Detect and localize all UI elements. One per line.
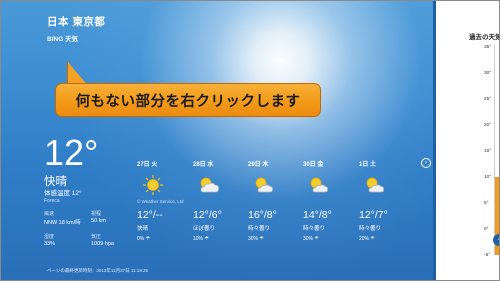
history-tick: 20° [484, 123, 492, 128]
humidity-label: 湿度 [44, 234, 55, 240]
forecast-precip: 30% ☂ [248, 236, 264, 242]
provider: Foreca [44, 198, 60, 204]
cloud-sun-icon [200, 177, 219, 193]
wind-value: NNW 18 km/時 [44, 220, 81, 226]
visibility-label: 視程 [91, 211, 102, 217]
history-tick: 30° [484, 71, 492, 76]
humidity-value: 33% [44, 241, 56, 247]
forecast-temp: 14°/8° [303, 209, 332, 221]
next-arrow-icon[interactable]: › [421, 158, 431, 168]
main-panel[interactable]: 日本 東京都 BING 天気 何もない部分を右クリックします 12° 快晴 体感… [1, 1, 433, 280]
history-tick: 5° [484, 201, 489, 206]
forecast-temp: 16°/8° [248, 209, 277, 221]
copyright-notice: © Weather Service, Ltd [137, 199, 184, 204]
forecast-condition: ほぼ曇り [193, 226, 216, 232]
history-title: 過去の天気 [469, 34, 500, 41]
forecast-temp: 12°/7° [359, 209, 388, 221]
history-tick: 0° [484, 227, 489, 232]
forecast-precip: 0% ☂ [137, 236, 151, 242]
history-tick: 10° [484, 175, 492, 180]
source-label: BING 天気 [47, 36, 79, 43]
feels-like: 体感温度 12° [44, 190, 82, 197]
cloud-sun-icon [366, 177, 384, 193]
forecast-day-label: 28日 水 [193, 162, 214, 168]
forecast-day[interactable]: 29日 木 16°/8° 時々曇り 30% ☂ [248, 159, 308, 242]
wind-label: 風速 [44, 211, 55, 217]
forecast-temp: 12°/6° [193, 209, 222, 221]
forecast-condition: 快晴 [137, 226, 149, 232]
location-title: 日本 東京都 [47, 16, 106, 28]
weather-app-window: 日本 東京都 BING 天気 何もない部分を右クリックします 12° 快晴 体感… [0, 0, 500, 281]
pressure-value: 1009 hpa [91, 241, 114, 247]
forecast-day-label: 30日 金 [303, 162, 324, 168]
history-toggle-icon[interactable]: ‹ [493, 234, 499, 246]
forecast-precip: 10% ☂ [193, 236, 209, 242]
forecast-day-label: 27日 火 [137, 162, 158, 168]
history-tick: 15° [484, 149, 492, 154]
forecast-condition: 時々曇り [359, 226, 382, 232]
forecast-day[interactable]: 28日 水 12°/6° ほぼ曇り 10% ☂ [193, 159, 253, 242]
sun-icon [143, 175, 163, 195]
history-tick: 35° [484, 45, 492, 50]
forecast-precip: 30% ☂ [303, 236, 319, 242]
forecast-day[interactable]: 30日 金 14°/8° 時々曇り 30% ☂ [303, 159, 363, 242]
forecast-day-label: 29日 木 [248, 162, 269, 168]
forecast-condition: 時々曇り [248, 226, 271, 232]
forecast-day[interactable]: 27日 火 12°/-- 快晴 0% ☂ [137, 159, 197, 242]
last-updated: ページの最終更新時刻：2012年11月27日 11:19:26 [47, 268, 149, 273]
history-tick: 25° [484, 97, 492, 102]
forecast-temp: 12°/-- [137, 209, 163, 221]
forecast-precip: 20% ☂ [359, 236, 375, 242]
cloud-sun-icon [310, 177, 328, 193]
history-tick: -5° [484, 253, 491, 258]
instruction-callout: 何もない部分を右クリックします [55, 83, 321, 117]
pressure-label: 気圧 [91, 234, 102, 240]
cloud-sun-icon [255, 177, 273, 193]
history-panel[interactable]: 過去の天気 35° 30° 25° 20° 15° 10° 5° 0° -5° … [433, 1, 500, 280]
forecast-day-label: 1日 土 [359, 162, 377, 168]
current-temperature: 12° [44, 132, 99, 173]
forecast-condition: 時々曇り [303, 226, 326, 232]
forecast-day[interactable]: 1日 土 12°/7° 時々曇り 20% ☂ [359, 159, 419, 242]
visibility-value: 50 km [91, 218, 106, 224]
